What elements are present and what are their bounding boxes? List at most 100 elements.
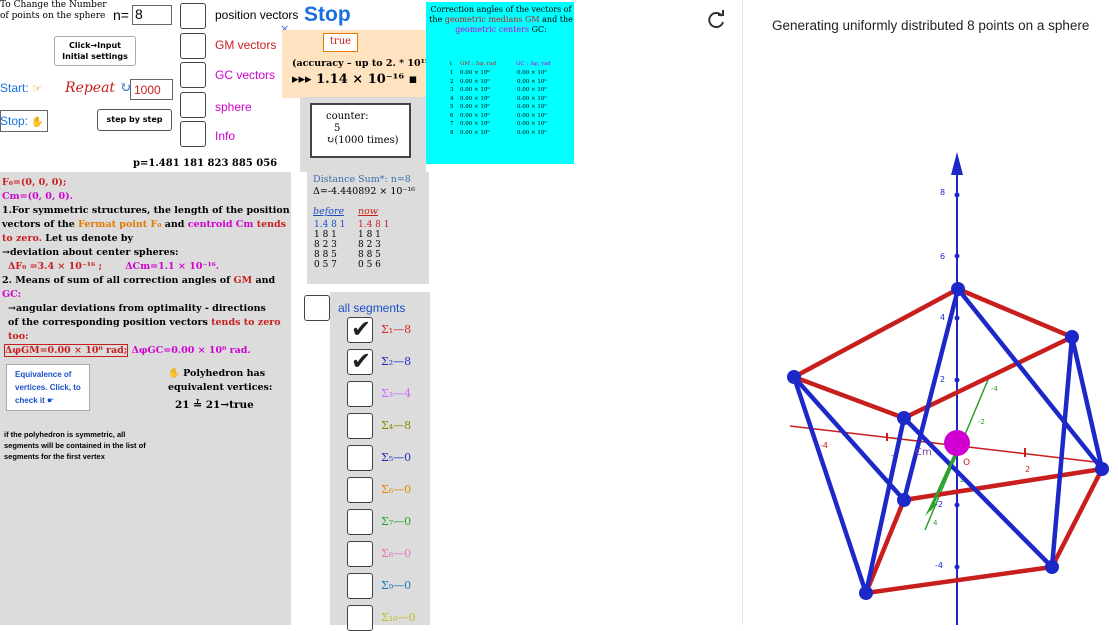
x-label-2: 2 (1025, 465, 1030, 474)
center-label: Cm (915, 447, 932, 458)
delta-angles: ΔφGM=0.00 × 10⁰ rad; ΔφGC=0.00 × 10⁰ rad… (4, 344, 251, 357)
vertex-4 (897, 411, 911, 425)
repeat-button[interactable]: Repeat ↻ (65, 80, 131, 96)
segment-checkbox[interactable] (347, 315, 373, 343)
delta-values: ΔF₀ =3.4 × 10⁻¹⁶ ; ΔCm=1.1 × 10⁻¹⁶. (8, 261, 220, 272)
vertex-5 (897, 493, 911, 507)
correction-row-index: 2 (450, 78, 454, 85)
correction-header-i: i (450, 61, 452, 67)
segment-label: Σ₇—0 (381, 515, 412, 528)
n-input[interactable]: 8 (132, 5, 172, 25)
segment-checkbox[interactable] (347, 509, 373, 535)
segment-label: Σ₁₀—0 (381, 611, 416, 624)
correction-row-gc: 0.00 × 10⁰ (517, 70, 547, 76)
correction-row-gm: 0.00 × 10⁰ (460, 70, 490, 76)
gc-vectors-label: GC vectors (215, 68, 276, 82)
correction-row-gc: 0.00 × 10⁰ (517, 104, 547, 110)
gc-vectors-checkbox[interactable] (180, 62, 206, 88)
info-point-1: 1.For symmetric structures, the length o… (2, 205, 290, 244)
z-label-n4: -4 (935, 561, 943, 570)
distance-delta: Δ=-4.440892 × 10⁻¹⁶ (313, 186, 416, 197)
segment-checkbox[interactable] (347, 445, 373, 471)
before-label: before (313, 206, 345, 217)
counter-box[interactable]: counter: 5 ↻(1000 times) (310, 103, 411, 158)
distance-title: Distance Sum*: n=8 (313, 174, 411, 185)
segment-label: Σ₂—8 (381, 355, 412, 368)
info-checkbox[interactable] (180, 121, 206, 147)
before-digits: 1.4 8 1 1 8 1 8 2 3 8 8 5 0 5 7 (314, 220, 346, 270)
start-hand-icon: ☞ (32, 83, 42, 95)
correction-row-index: 6 (450, 112, 454, 119)
correction-row-gc: 0.00 × 10⁰ (517, 129, 547, 136)
equivalence-button[interactable]: Equivalence of vertices. Click, to check… (6, 364, 90, 411)
all-segments-checkbox[interactable] (304, 295, 330, 321)
correction-row-gc: 0.00 × 10⁰ (517, 78, 547, 85)
counter-value: 5 (334, 123, 341, 134)
segment-label: Σ₉—0 (381, 579, 412, 592)
position-vectors-checkbox[interactable] (180, 3, 206, 29)
repeat-label: Repeat (65, 80, 116, 96)
gm-vectors-checkbox[interactable] (180, 33, 206, 59)
correction-row-gm: 0.00 × 10⁰ (460, 104, 490, 110)
step-by-step-button[interactable]: step by step (97, 109, 172, 131)
info-point-2b: of the corresponding position vectors te… (8, 317, 281, 342)
correction-row-index: 8 (450, 129, 454, 136)
y-label-4: 4 (933, 519, 938, 527)
deviation-text: →deviation about center spheres: (2, 247, 179, 258)
centroid-value: Cm=(0, 0, 0). (2, 191, 73, 202)
segment-checkbox[interactable] (347, 573, 373, 599)
correction-header-gc: GC : Δφ, rad (516, 61, 551, 67)
polyhedron-text: ✋ Polyhedron has equivalent vertices: (168, 368, 273, 393)
center-point (944, 430, 970, 456)
segment-checkbox[interactable] (347, 605, 373, 631)
all-segments-label: all segments (338, 301, 406, 315)
counter-label: counter: (326, 111, 369, 122)
correction-header-gm: GM : Δφ, rad (460, 61, 497, 67)
refresh-icon[interactable] (707, 10, 727, 30)
gm-vectors-label: GM vectors (215, 38, 277, 52)
segment-label: Σ₃—4 (381, 387, 412, 400)
vertex-1 (951, 282, 965, 296)
correction-row-gm: 0.00 × 10⁰ (460, 78, 490, 85)
segment-label: Σ₆—0 (381, 483, 412, 496)
now-label: now (358, 206, 378, 217)
stop-input-box[interactable] (0, 110, 48, 132)
graphics-heading: Generating uniformly distributed 8 point… (772, 18, 1090, 33)
fermat-point-value: F₀=(0, 0, 0); (2, 177, 67, 188)
correction-row-index: 3 (450, 87, 454, 93)
correction-row-index: 5 (450, 104, 454, 110)
segment-label: Σ₄—8 (381, 419, 412, 432)
start-label-text: Start: (0, 81, 29, 95)
y-label-n4: -4 (991, 385, 999, 393)
start-label[interactable]: Start: ☞ (0, 81, 42, 95)
z-axis-arrow (951, 152, 963, 175)
n-label: n= (113, 7, 129, 23)
repeat-count-input[interactable]: 1000 (130, 79, 173, 100)
angular-text: →angular deviations from optimality - di… (8, 303, 266, 314)
sphere-checkbox[interactable] (180, 92, 206, 118)
click-input-button[interactable]: Click→Input Initial settings (54, 36, 136, 66)
stop-button[interactable]: Stop (304, 3, 351, 27)
segment-label: Σ₈—0 (381, 547, 412, 560)
segment-checkbox[interactable] (347, 413, 373, 439)
correction-row-gc: 0.00 × 10⁰ (517, 112, 547, 119)
polyhedron-3d-view[interactable]: 8 6 4 2 -2 -4 -4 -2 2 4 2 -2 -4 O (744, 140, 1118, 625)
segment-checkbox[interactable] (347, 477, 373, 503)
vertex-8 (859, 586, 873, 600)
segment-checkbox[interactable] (347, 347, 373, 375)
segments-panel (330, 292, 430, 625)
segment-label: Σ₅—0 (381, 451, 412, 464)
correction-row-gm: 0.00 × 10⁰ (460, 95, 490, 102)
vertex-2 (787, 370, 801, 384)
z-label-n2: -2 (935, 500, 943, 509)
segment-checkbox[interactable] (347, 381, 373, 407)
correction-row-gm: 0.00 × 10⁰ (460, 112, 490, 119)
correction-row-gm: 0.00 × 10⁰ (460, 87, 490, 93)
equivalence-result: 21 ≟ 21→true (175, 399, 254, 411)
vertex-7 (1045, 560, 1059, 574)
counter-times: ↻(1000 times) (326, 135, 399, 146)
y-label-n2: -2 (978, 418, 985, 426)
correction-row-index: 7 (450, 121, 454, 127)
segment-checkbox[interactable] (347, 541, 373, 567)
correction-row-gc: 0.00 × 10⁰ (517, 87, 547, 93)
